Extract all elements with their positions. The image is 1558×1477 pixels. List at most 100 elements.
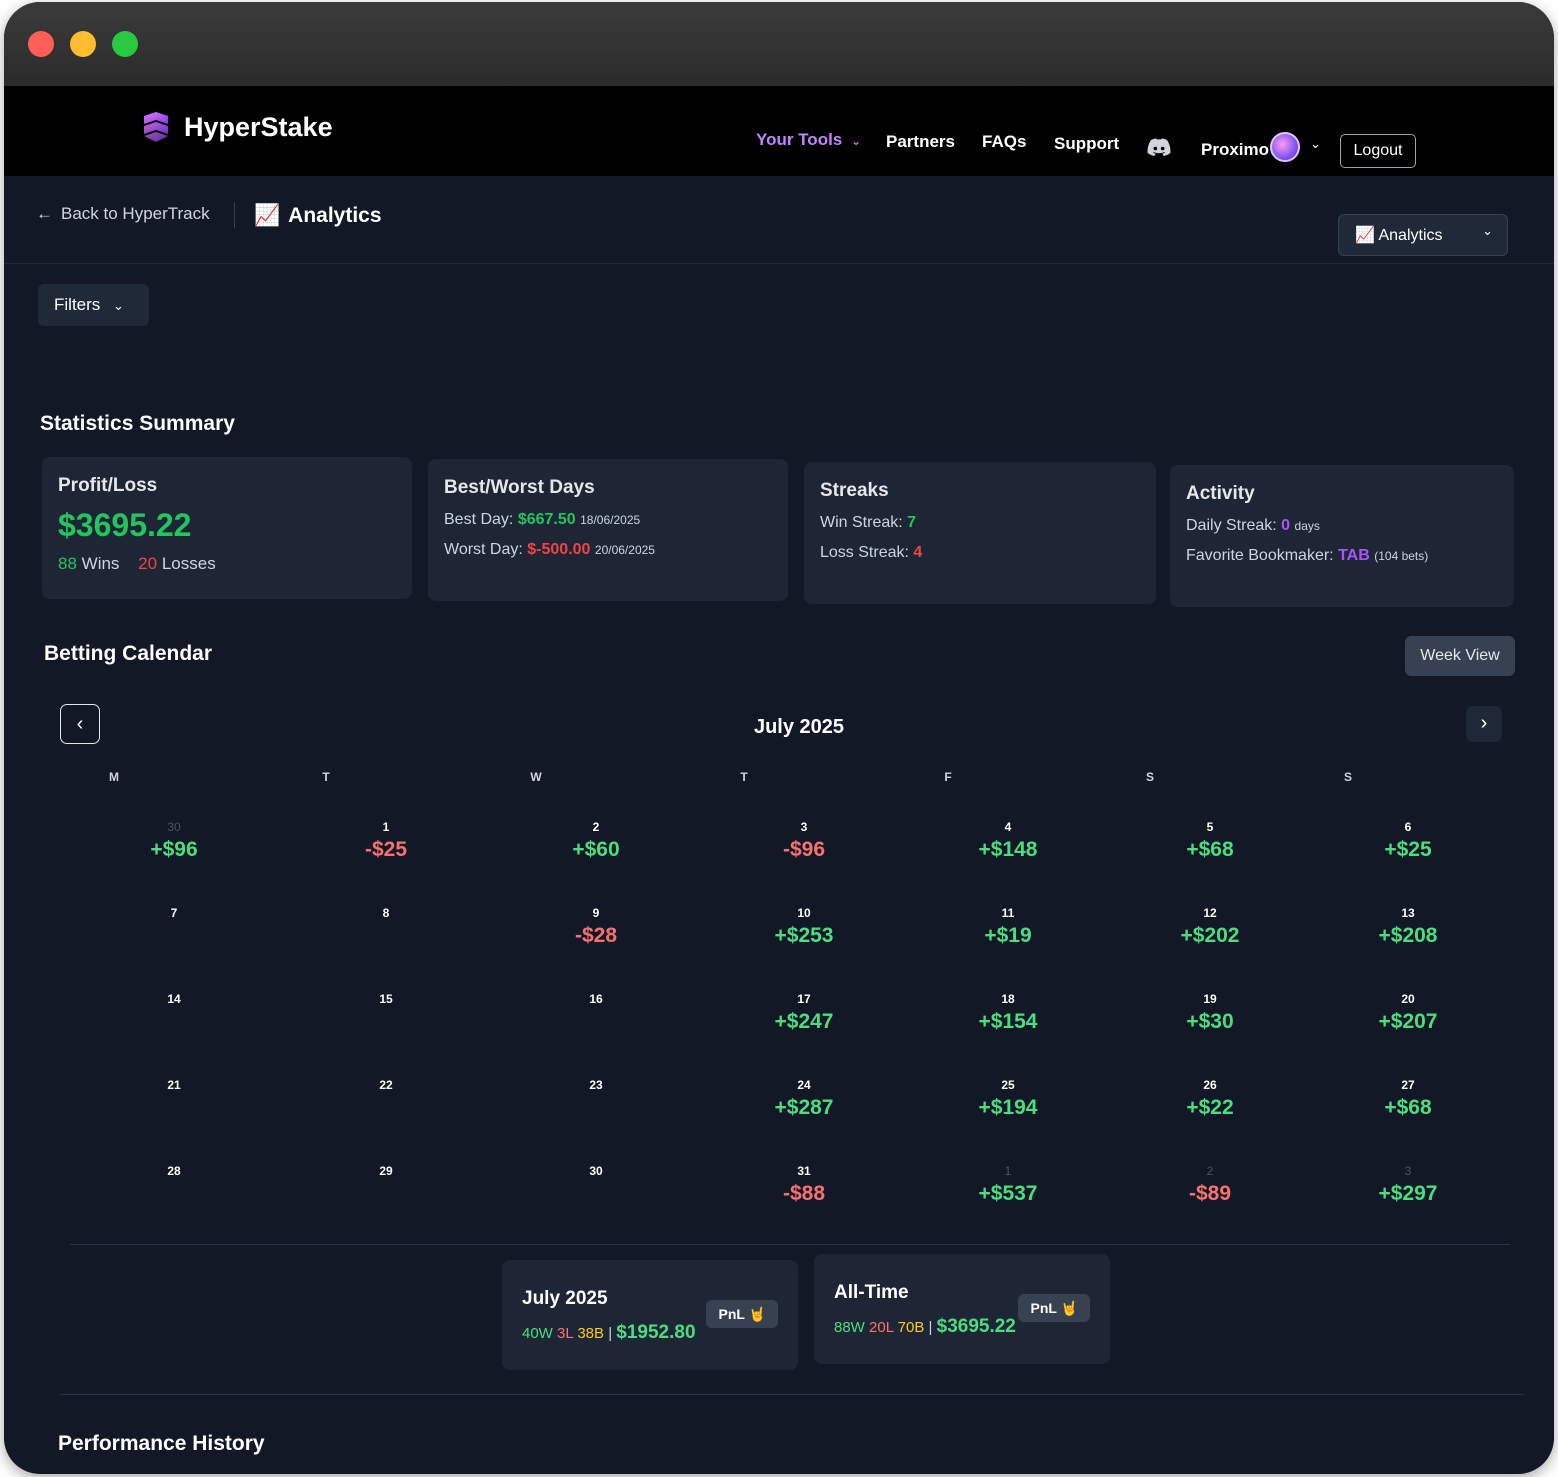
calendar-day[interactable]: 24 +$287 — [734, 1078, 874, 1120]
separator: | — [608, 1325, 613, 1342]
calendar-day[interactable]: 30 +$96 — [104, 820, 244, 862]
nav-faqs[interactable]: FAQs — [982, 132, 1026, 152]
alltime-losses: 20L — [869, 1319, 894, 1336]
calendar-day-number: 19 — [1203, 992, 1217, 1006]
calendar-day[interactable]: 2 +$60 — [526, 820, 666, 862]
calendar-day[interactable]: 25 +$194 — [938, 1078, 1078, 1120]
calendar-day-number: 25 — [1001, 1078, 1015, 1092]
next-month-button[interactable]: › — [1466, 706, 1502, 742]
calendar-day[interactable]: 19 +$30 — [1140, 992, 1280, 1034]
calendar-day-number: 8 — [382, 906, 390, 920]
month-total: $1952.80 — [616, 1322, 696, 1343]
calendar-day[interactable]: 16 — [526, 992, 666, 1006]
best-day-label: Best Day: — [444, 511, 514, 528]
calendar-day[interactable]: 22 — [316, 1078, 456, 1092]
calendar-day[interactable]: 29 — [316, 1164, 456, 1178]
weekday-header: F — [944, 770, 952, 784]
win-streak-label: Win Streak: — [820, 514, 903, 531]
nav-partners[interactable]: Partners — [886, 132, 955, 152]
calendar-day-number: 14 — [167, 992, 181, 1006]
previous-month-button[interactable]: ‹ — [60, 704, 100, 744]
calendar-day[interactable]: 23 — [526, 1078, 666, 1092]
weekday-header: S — [1145, 770, 1154, 784]
calendar-day-number: 3 — [1404, 1164, 1412, 1178]
chevron-down-icon: ⌄ — [851, 134, 862, 148]
calendar-day[interactable]: 17 +$247 — [734, 992, 874, 1034]
minimize-window-button[interactable] — [70, 31, 96, 57]
page-select[interactable]: 📈 Analytics ⌄ — [1338, 214, 1508, 256]
chart-increasing-icon: 📈 — [1355, 227, 1375, 244]
losses-label: Losses — [161, 554, 216, 573]
calendar-day-number: 20 — [1401, 992, 1415, 1006]
calendar-day[interactable]: 15 — [316, 992, 456, 1006]
calendar-day[interactable]: 1 +$537 — [938, 1164, 1078, 1206]
best-day-date: 18/06/2025 — [580, 513, 641, 527]
calendar-day[interactable]: 2 -$89 — [1140, 1164, 1280, 1206]
calendar-day[interactable]: 14 — [104, 992, 244, 1006]
losses-count: 20 — [138, 554, 158, 573]
brand-name[interactable]: HyperStake — [184, 112, 333, 143]
calendar-day-pnl: -$88 — [782, 1182, 826, 1205]
back-link[interactable]: ← Back to HyperTrack — [36, 204, 210, 224]
calendar-day[interactable]: 26 +$22 — [1140, 1078, 1280, 1120]
calendar-day[interactable]: 11 +$19 — [938, 906, 1078, 948]
user-avatar[interactable] — [1270, 132, 1300, 162]
calendar-day-pnl: +$297 — [1378, 1182, 1438, 1205]
month-pnl-button[interactable]: PnL 🤘 — [706, 1300, 778, 1328]
calendar-day[interactable]: 27 +$68 — [1338, 1078, 1478, 1120]
daily-streak-label: Daily Streak: — [1186, 517, 1277, 534]
calendar-day-pnl: -$89 — [1188, 1182, 1232, 1205]
zoom-window-button[interactable] — [112, 31, 138, 57]
calendar-day[interactable]: 13 +$208 — [1338, 906, 1478, 948]
chevron-down-icon[interactable]: ⌄ — [1310, 136, 1321, 152]
user-name[interactable]: Proximo — [1201, 140, 1269, 160]
calendar-day-pnl: +$287 — [774, 1096, 834, 1119]
section-divider — [60, 1394, 1524, 1395]
calendar-day[interactable]: 5 +$68 — [1140, 820, 1280, 862]
filters-button[interactable]: Filters ⌄ — [38, 284, 149, 326]
calendar-day[interactable]: 21 — [104, 1078, 244, 1092]
calendar-day[interactable]: 20 +$207 — [1338, 992, 1478, 1034]
calendar-day[interactable]: 7 — [104, 906, 244, 920]
activity-card: Activity Daily Streak: 0 days Favorite B… — [1170, 465, 1514, 607]
calendar-day[interactable]: 8 — [316, 906, 456, 920]
calendar-day-number: 24 — [797, 1078, 811, 1092]
discord-icon[interactable] — [1147, 138, 1171, 156]
calendar-day-number: 9 — [592, 906, 600, 920]
calendar-day-number: 17 — [797, 992, 811, 1006]
calendar-day-number: 23 — [589, 1078, 603, 1092]
calendar-day-pnl: +$96 — [150, 838, 198, 861]
alltime-pnl-button[interactable]: PnL 🤘 — [1018, 1294, 1090, 1322]
favorite-bookmaker-label: Favorite Bookmaker: — [1186, 547, 1334, 564]
calendar-day[interactable]: 18 +$154 — [938, 992, 1078, 1034]
calendar-day[interactable]: 9 -$28 — [526, 906, 666, 948]
alltime-total: $3695.22 — [936, 1316, 1016, 1337]
calendar-day[interactable]: 31 -$88 — [734, 1164, 874, 1206]
win-streak-line: Win Streak: 7 — [820, 514, 1140, 532]
loss-streak-line: Loss Streak: 4 — [820, 544, 1140, 562]
nav-support[interactable]: Support — [1054, 134, 1119, 154]
calendar-day[interactable]: 10 +$253 — [734, 906, 874, 948]
week-view-button[interactable]: Week View — [1405, 636, 1515, 676]
page-select-value: Analytics — [1378, 227, 1443, 244]
calendar-day-number: 12 — [1203, 906, 1217, 920]
calendar-divider — [70, 1244, 1510, 1245]
close-window-button[interactable] — [28, 31, 54, 57]
calendar-day[interactable]: 12 +$202 — [1140, 906, 1280, 948]
nav-your-tools[interactable]: Your Tools ⌄ — [756, 130, 861, 150]
calendar-day-pnl: +$207 — [1378, 1010, 1438, 1033]
page-title: 📈 Analytics — [254, 204, 382, 228]
calendar-day[interactable]: 3 +$297 — [1338, 1164, 1478, 1206]
calendar-day[interactable]: 28 — [104, 1164, 244, 1178]
month-losses: 3L — [557, 1325, 574, 1342]
logout-button[interactable]: Logout — [1340, 134, 1416, 168]
calendar-day[interactable]: 3 -$96 — [734, 820, 874, 862]
calendar-day[interactable]: 1 -$25 — [316, 820, 456, 862]
calendar-day[interactable]: 4 +$148 — [938, 820, 1078, 862]
back-link-label: Back to HyperTrack — [61, 204, 210, 223]
calendar-day-number: 11 — [1001, 906, 1015, 920]
calendar-day[interactable]: 30 — [526, 1164, 666, 1178]
weekday-header: M — [109, 770, 119, 784]
calendar-day[interactable]: 6 +$25 — [1338, 820, 1478, 862]
hyperstake-logo-icon[interactable] — [140, 110, 172, 144]
